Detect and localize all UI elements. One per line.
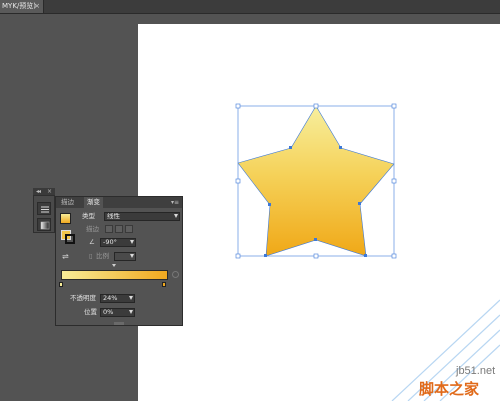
watermark-domain: jb51.net [455,365,495,377]
watermark-site: 脚本之家 [419,380,479,398]
watermark-layer: jb51.net 脚本之家 [391,299,500,401]
